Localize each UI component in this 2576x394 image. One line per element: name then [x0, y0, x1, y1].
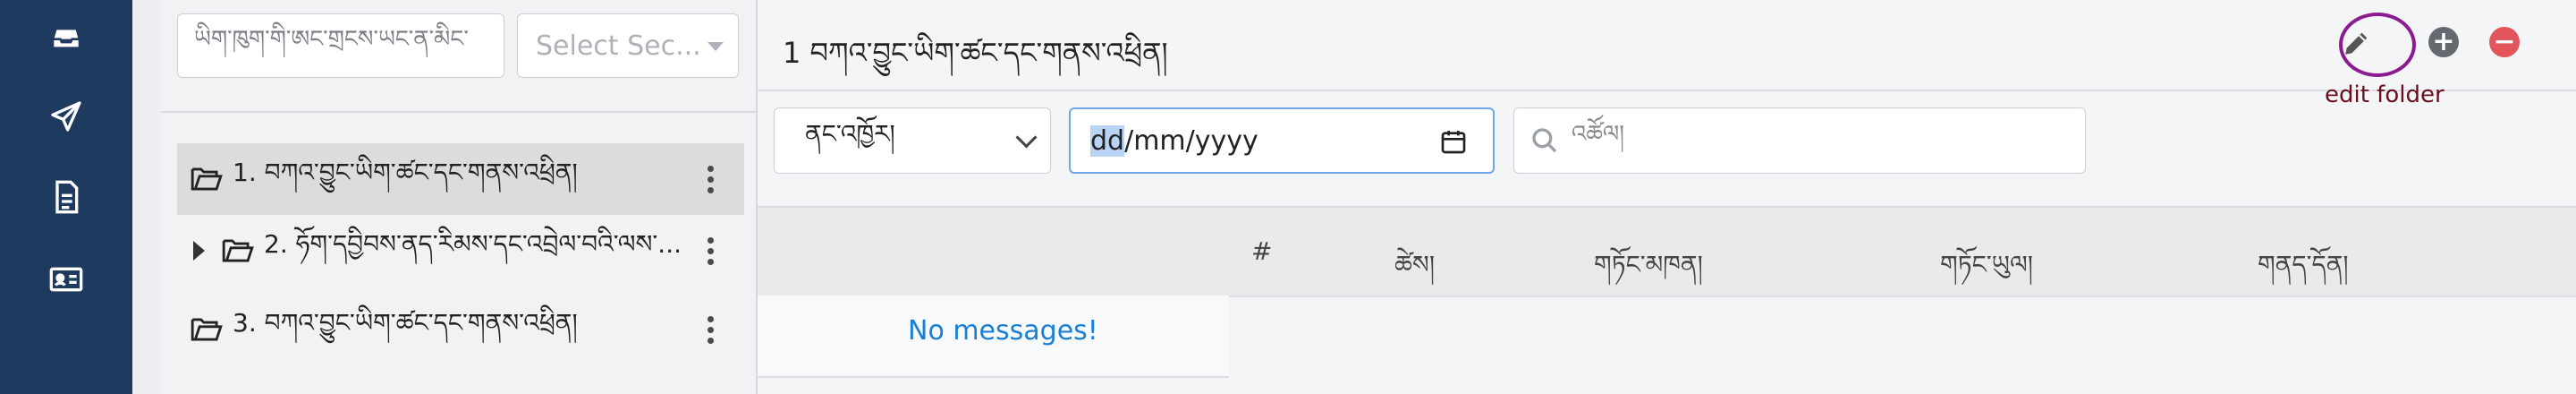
kebab-menu-icon[interactable]: [692, 236, 728, 265]
empty-state-message: No messages!: [908, 315, 1098, 347]
folder-search-input[interactable]: ཡིག་ཁུག་གི་ཨང་གྲངས་ཡང་ན་མིང་: [177, 13, 504, 78]
divider: [161, 111, 756, 113]
contact-card-icon[interactable]: [47, 260, 86, 299]
calendar-icon[interactable]: [1439, 127, 1468, 156]
date-day-segment: dd: [1090, 124, 1125, 157]
remove-folder-button[interactable]: −: [2489, 27, 2520, 57]
gutter: [132, 0, 161, 394]
folder-open-icon: [191, 167, 223, 191]
message-type-select[interactable]: ནང་འཁྱོར།: [774, 107, 1051, 174]
folder-open-icon: [191, 318, 223, 341]
folder-label: 1. བཀའ་བྱུང་ཡིག་ཚང་དང་གནས་འཕྲིན།: [233, 157, 578, 187]
column-sender: གཏོང་མཁན།: [1594, 250, 1703, 279]
inbox-icon[interactable]: [47, 18, 86, 57]
folder-search-placeholder: ཡིག་ཁུག་གི་ཨང་གྲངས་ཡང་ན་མིང་: [194, 25, 469, 53]
document-icon[interactable]: [47, 177, 86, 217]
column-recipient: གཏོང་ཡུལ།: [1940, 250, 2033, 279]
nav-rail: [0, 0, 132, 394]
add-folder-button[interactable]: +: [2428, 27, 2459, 57]
caret-down-icon: [708, 42, 724, 51]
folder-header: 1 བཀའ་བྱུང་ཡིག་ཚང་དང་གནས་འཕྲིན།: [758, 0, 2576, 91]
folder-panel: ཡིག་ཁུག་གི་ཨང་གྲངས་ཡང་ན་མིང་ Select Sec.…: [161, 0, 758, 394]
section-select-label: Select Sec...: [536, 30, 701, 62]
message-type-value: ནང་འཁྱོར།: [805, 118, 895, 149]
plus-icon: +: [2432, 26, 2455, 57]
column-date: ཚེས།: [1394, 250, 1436, 279]
edit-folder-button[interactable]: [2337, 23, 2377, 63]
date-rest: /mm/yyyy: [1124, 124, 1258, 157]
message-search-placeholder: འཚོལ།: [1572, 120, 1625, 148]
folder-open-icon: [222, 239, 254, 262]
column-subject: གནད་དོན།: [2258, 250, 2349, 279]
folder-label: 2. ཧོག་དབྱིབས་ནད་རིམས་དང་འབྲེལ་བའི་ལས་..…: [264, 228, 682, 259]
search-icon: [1532, 128, 1557, 153]
section-select[interactable]: Select Sec...: [517, 13, 739, 78]
main-panel: 1 བཀའ་བྱུང་ཡིག་ཚང་དང་གནས་འཕྲིན། edit fol…: [758, 0, 2576, 394]
expand-caret-icon[interactable]: [193, 241, 205, 261]
message-search-input[interactable]: འཚོལ།: [1513, 107, 2086, 174]
column-number: #: [1251, 236, 1273, 266]
kebab-menu-icon[interactable]: [692, 315, 728, 344]
folder-title: 1 བཀའ་བྱུང་ཡིག་ཚང་དང་གནས་འཕྲིན།: [783, 36, 1168, 70]
minus-icon: −: [2493, 26, 2516, 57]
empty-state-row: No messages!: [758, 296, 1229, 378]
folder-item-2[interactable]: 2. ཧོག་དབྱིབས་ནད་རིམས་དང་འབྲེལ་བའི་ལས་..…: [177, 215, 744, 287]
folder-item-3[interactable]: 3. བཀའ་བྱུང་ཡིག་ཚང་དང་གནས་འཕྲིན།: [177, 294, 744, 365]
kebab-menu-icon[interactable]: [692, 165, 728, 193]
folder-item-1[interactable]: 1. བཀའ་བྱུང་ཡིག་ཚང་དང་གནས་འཕྲིན།: [177, 143, 744, 215]
pencil-icon: [2345, 32, 2368, 55]
edit-folder-caption: edit folder: [2325, 81, 2445, 108]
chevron-down-icon: [1015, 126, 1038, 149]
date-field[interactable]: dd/mm/yyyy: [1069, 107, 1495, 174]
message-table-header: # ཚེས། གཏོང་མཁན། གཏོང་ཡུལ། གནད་དོན།: [758, 206, 2576, 297]
send-icon[interactable]: [47, 97, 86, 136]
folder-label: 3. བཀའ་བྱུང་ཡིག་ཚང་དང་གནས་འཕྲིན།: [233, 307, 578, 338]
